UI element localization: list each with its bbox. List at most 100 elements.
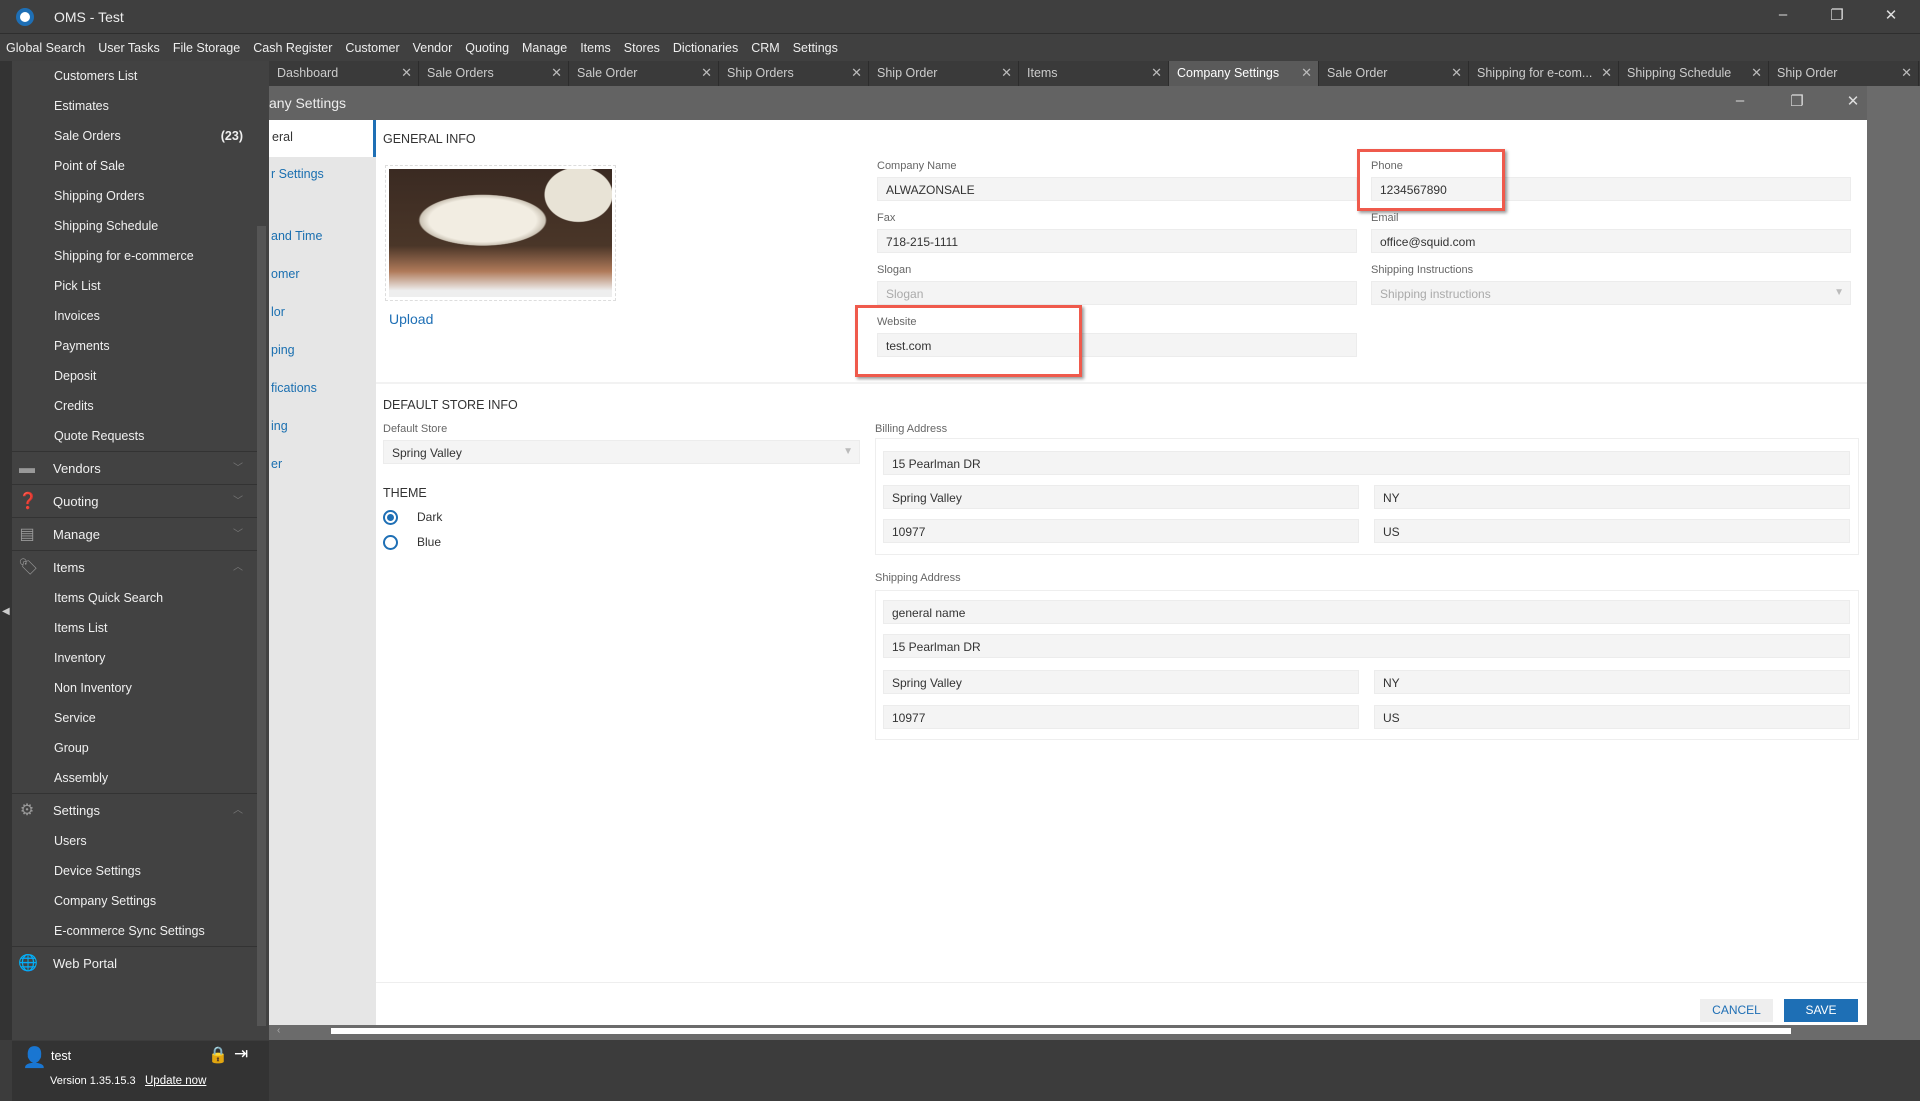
logout-icon[interactable]: ⇥ <box>234 1044 248 1064</box>
tab-ship-order[interactable]: Ship Order ✕ <box>869 61 1019 86</box>
sidebar-item-customers-list[interactable]: Customers List <box>12 61 257 91</box>
sidebar-item-credits[interactable]: Credits <box>12 391 257 421</box>
menu-settings[interactable]: Settings <box>793 41 838 55</box>
tab-company-settings[interactable]: Company Settings ✕ <box>1169 61 1319 86</box>
email-input[interactable]: office@squid.com <box>1371 229 1851 253</box>
shipping-name-input[interactable]: general name <box>883 600 1850 624</box>
window-close-icon[interactable]: ✕ <box>1838 92 1868 110</box>
sidebar-group-manage[interactable]: ▤ Manage ﹀ <box>12 517 257 550</box>
restore-icon[interactable]: ❐ <box>1822 6 1852 24</box>
tab-close-icon[interactable]: ✕ <box>551 65 562 81</box>
sidebar-group-items[interactable]: 🏷 Items ︿ <box>12 550 257 583</box>
tab-items[interactable]: Items ✕ <box>1019 61 1169 86</box>
sidebar-item-company-settings[interactable]: Company Settings <box>12 886 257 916</box>
sidebar-item-service[interactable]: Service <box>12 703 257 733</box>
shipping-country-input[interactable]: US <box>1374 705 1850 729</box>
sidebar-item-shipping-schedule[interactable]: Shipping Schedule <box>12 211 257 241</box>
menu-dictionaries[interactable]: Dictionaries <box>673 41 738 55</box>
sidebar-item-deposit[interactable]: Deposit <box>12 361 257 391</box>
tab-sale-order[interactable]: Sale Order ✕ <box>569 61 719 86</box>
tab-close-icon[interactable]: ✕ <box>1451 65 1462 81</box>
billing-street-input[interactable]: 15 Pearlman DR <box>883 451 1850 475</box>
tab-close-icon[interactable]: ✕ <box>401 65 412 81</box>
settings-nav-item[interactable]: eral <box>269 130 376 144</box>
menu-crm[interactable]: CRM <box>751 41 779 55</box>
scroll-left-icon[interactable]: ‹ <box>277 1025 280 1036</box>
settings-nav-item[interactable]: ping <box>269 343 376 357</box>
chevron-down-icon[interactable]: ﹀ <box>233 452 243 485</box>
sidebar-scrollbar[interactable] <box>257 226 266 1026</box>
tab-close-icon[interactable]: ✕ <box>1901 65 1912 81</box>
chevron-up-icon[interactable]: ︿ <box>233 794 243 827</box>
horizontal-scrollbar[interactable]: ‹ <box>269 1025 1920 1040</box>
company-name-input[interactable]: ALWAZONSALE <box>877 177 1357 201</box>
settings-nav-item[interactable]: fications <box>269 381 376 395</box>
sidebar-item-items-quick-search[interactable]: Items Quick Search <box>12 583 257 613</box>
sidebar-group-web-portal[interactable]: 🌐 Web Portal <box>12 946 257 979</box>
billing-zip-input[interactable]: 10977 <box>883 519 1359 543</box>
window-restore-icon[interactable]: ❐ <box>1782 92 1812 110</box>
settings-nav-item[interactable]: lor <box>269 305 376 319</box>
chevron-down-icon[interactable]: ﹀ <box>233 518 243 551</box>
tab-dashboard[interactable]: Dashboard ✕ <box>269 61 419 86</box>
sidebar-item-non-inventory[interactable]: Non Inventory <box>12 673 257 703</box>
tab-close-icon[interactable]: ✕ <box>851 65 862 81</box>
chevron-up-icon[interactable]: ︿ <box>233 551 243 584</box>
billing-state-input[interactable]: NY <box>1374 485 1850 509</box>
sidebar-item-point-of-sale[interactable]: Point of Sale <box>12 151 257 181</box>
save-button[interactable]: SAVE <box>1784 999 1858 1022</box>
tab-close-icon[interactable]: ✕ <box>1601 65 1612 81</box>
lock-icon[interactable]: 🔒 <box>208 1045 228 1065</box>
tab-sale-order[interactable]: Sale Order ✕ <box>1319 61 1469 86</box>
cancel-button[interactable]: CANCEL <box>1700 999 1773 1022</box>
sidebar-item-device-settings[interactable]: Device Settings <box>12 856 257 886</box>
menu-vendor[interactable]: Vendor <box>413 41 453 55</box>
theme-blue-radio[interactable] <box>383 535 398 550</box>
sidebar-item-e-commerce-sync-settings[interactable]: E-commerce Sync Settings <box>12 916 257 946</box>
tab-close-icon[interactable]: ✕ <box>1751 65 1762 81</box>
billing-country-input[interactable]: US <box>1374 519 1850 543</box>
sidebar-item-inventory[interactable]: Inventory <box>12 643 257 673</box>
menu-quoting[interactable]: Quoting <box>465 41 509 55</box>
default-store-select[interactable]: Spring Valley <box>383 440 860 464</box>
shipping-street-input[interactable]: 15 Pearlman DR <box>883 634 1850 658</box>
sidebar-item-shipping-orders[interactable]: Shipping Orders <box>12 181 257 211</box>
upload-link[interactable]: Upload <box>389 311 433 327</box>
sidebar-item-group[interactable]: Group <box>12 733 257 763</box>
tab-ship-orders[interactable]: Ship Orders ✕ <box>719 61 869 86</box>
menu-global-search[interactable]: Global Search <box>6 41 85 55</box>
menu-items[interactable]: Items <box>580 41 611 55</box>
tab-close-icon[interactable]: ✕ <box>701 65 712 81</box>
window-minimize-icon[interactable]: – <box>1725 92 1755 109</box>
settings-nav-item[interactable]: er <box>269 457 376 471</box>
sidebar-item-items-list[interactable]: Items List <box>12 613 257 643</box>
scrollbar-thumb[interactable] <box>331 1028 1791 1034</box>
tab-ship-order[interactable]: Ship Order ✕ <box>1769 61 1919 86</box>
sidebar-item-quote-requests[interactable]: Quote Requests <box>12 421 257 451</box>
tab-close-icon[interactable]: ✕ <box>1151 65 1162 81</box>
tab-shipping-for-e-com[interactable]: Shipping for e-com... ✕ <box>1469 61 1619 86</box>
shipping-instructions-select[interactable]: Shipping instructions <box>1371 281 1851 305</box>
menu-customer[interactable]: Customer <box>345 41 399 55</box>
sidebar-item-estimates[interactable]: Estimates <box>12 91 257 121</box>
settings-nav-item[interactable]: and Time <box>269 229 376 243</box>
sidebar-item-users[interactable]: Users <box>12 826 257 856</box>
menu-user-tasks[interactable]: User Tasks <box>98 41 160 55</box>
menu-stores[interactable]: Stores <box>624 41 660 55</box>
tab-close-icon[interactable]: ✕ <box>1001 65 1012 81</box>
minimize-icon[interactable]: – <box>1768 6 1798 23</box>
sidebar-item-sale-orders[interactable]: Sale Orders (23) <box>12 121 257 151</box>
sidebar-item-payments[interactable]: Payments <box>12 331 257 361</box>
sidebar-group-quoting[interactable]: ❓ Quoting ﹀ <box>12 484 257 517</box>
sidebar-item-assembly[interactable]: Assembly <box>12 763 257 793</box>
tab-sale-orders[interactable]: Sale Orders ✕ <box>419 61 569 86</box>
slogan-input[interactable]: Slogan <box>877 281 1357 305</box>
settings-nav-item[interactable]: ing <box>269 419 376 433</box>
sidebar-item-shipping-for-e-commerce[interactable]: Shipping for e-commerce <box>12 241 257 271</box>
sidebar-item-pick-list[interactable]: Pick List <box>12 271 257 301</box>
chevron-down-icon[interactable]: ﹀ <box>233 485 243 518</box>
theme-dark-radio[interactable] <box>383 510 398 525</box>
close-icon[interactable]: ✕ <box>1876 6 1906 24</box>
menu-cash-register[interactable]: Cash Register <box>253 41 332 55</box>
menu-file-storage[interactable]: File Storage <box>173 41 240 55</box>
